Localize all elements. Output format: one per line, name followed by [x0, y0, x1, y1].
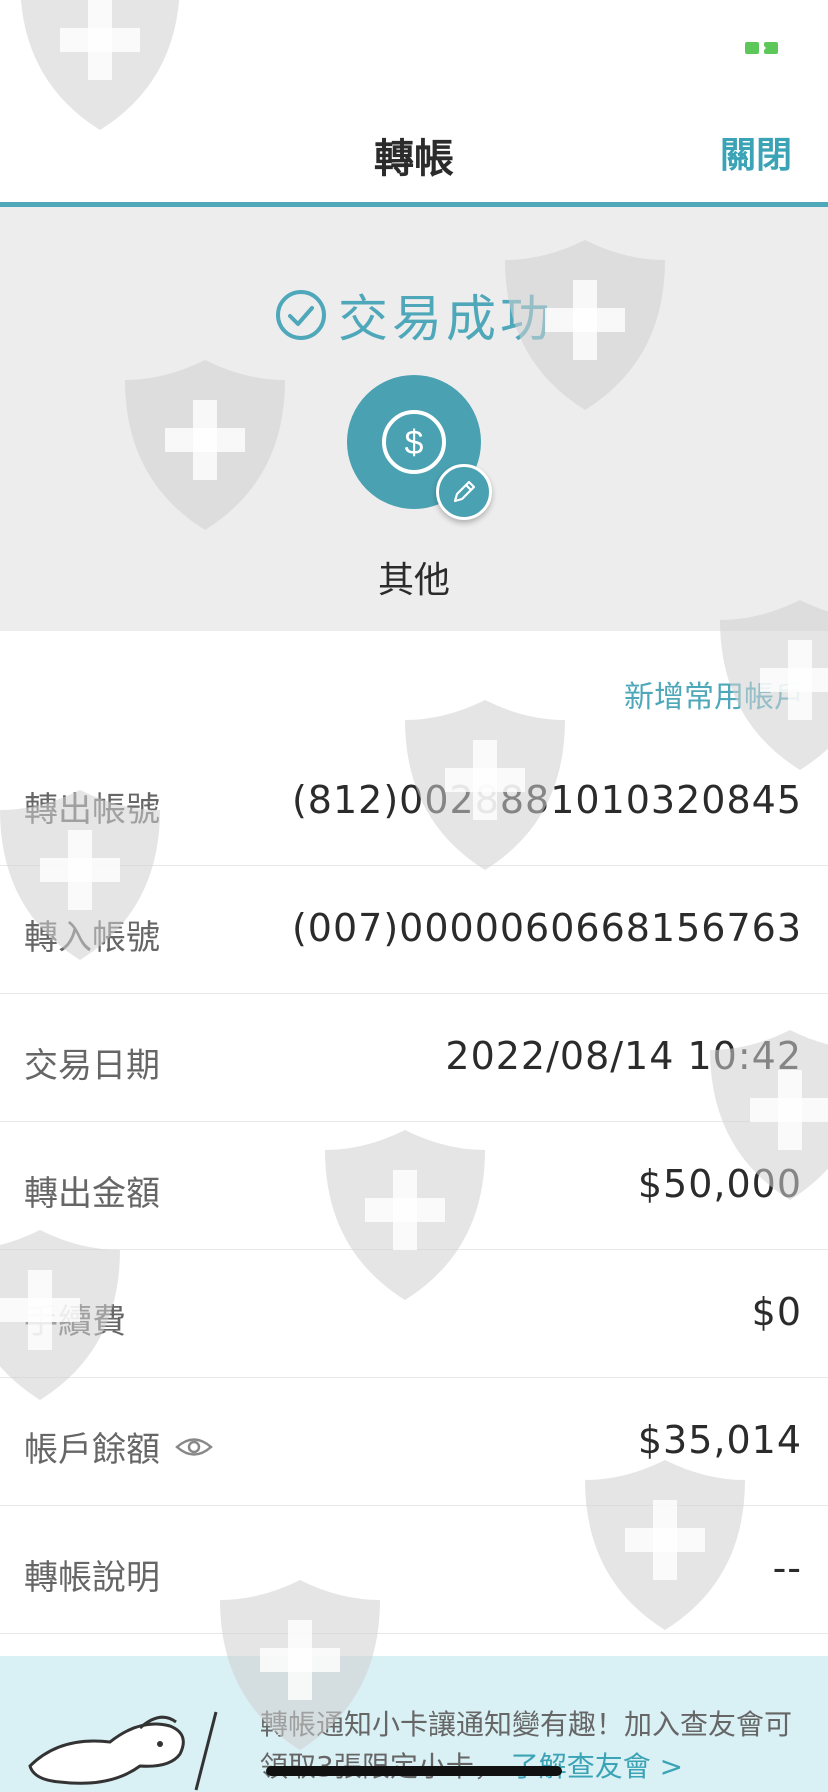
- detail-value: $50,000: [637, 1162, 802, 1206]
- detail-row-fee: 手續費 $0: [0, 1250, 828, 1378]
- add-favorite-account-link[interactable]: 新增常用帳戶: [624, 672, 804, 716]
- detail-label: 轉入帳號: [24, 918, 160, 958]
- detail-row-balance: 帳戶餘額 $35,014: [0, 1378, 828, 1506]
- detail-label-with-toggle: 帳戶餘額: [24, 1422, 214, 1471]
- detail-label: 交易日期: [24, 1046, 160, 1086]
- detail-row-note: 轉帳說明 --: [0, 1506, 828, 1634]
- detail-label: 帳戶餘額: [24, 1430, 160, 1470]
- svg-text:$: $: [405, 424, 424, 462]
- page-title: 轉帳: [374, 136, 454, 182]
- pencil-icon: [453, 480, 476, 503]
- eye-icon[interactable]: [174, 1427, 214, 1467]
- edit-category-button[interactable]: [436, 464, 492, 520]
- detail-row-to-account: 轉入帳號 (007)0000060668156763: [0, 866, 828, 994]
- detail-label: 轉出金額: [24, 1174, 160, 1214]
- detail-row-amount: 轉出金額 $50,000: [0, 1122, 828, 1250]
- success-panel: 交易成功 $ 其他: [0, 207, 828, 631]
- transaction-details: 轉出帳號 (812)0028881010320845 轉入帳號 (007)000…: [0, 738, 828, 1634]
- home-indicator[interactable]: [266, 1766, 562, 1776]
- status-text: 交易成功: [338, 290, 554, 348]
- detail-label: 手續費: [24, 1302, 126, 1342]
- detail-value: (007)0000060668156763: [291, 906, 802, 950]
- detail-label: 轉帳說明: [24, 1558, 160, 1598]
- detail-value: $35,014: [637, 1418, 802, 1462]
- header-bar: 轉帳 關閉: [0, 0, 828, 207]
- detail-row-from-account: 轉出帳號 (812)0028881010320845: [0, 738, 828, 866]
- detail-value: $0: [751, 1290, 802, 1334]
- dog-mascot-icon: [28, 1711, 218, 1791]
- check-circle-icon: [276, 290, 326, 340]
- detail-value: (812)0028881010320845: [291, 778, 802, 822]
- detail-value: --: [772, 1546, 802, 1590]
- dollar-icon: $: [382, 410, 446, 474]
- battery-icon: [745, 41, 778, 55]
- detail-row-date: 交易日期 2022/08/14 10:42: [0, 994, 828, 1122]
- status-row: 交易成功: [0, 279, 828, 351]
- detail-value: 2022/08/14 10:42: [445, 1034, 802, 1078]
- category-label: 其他: [377, 560, 450, 601]
- detail-label: 轉出帳號: [24, 790, 160, 830]
- close-button[interactable]: 關閉: [720, 126, 792, 178]
